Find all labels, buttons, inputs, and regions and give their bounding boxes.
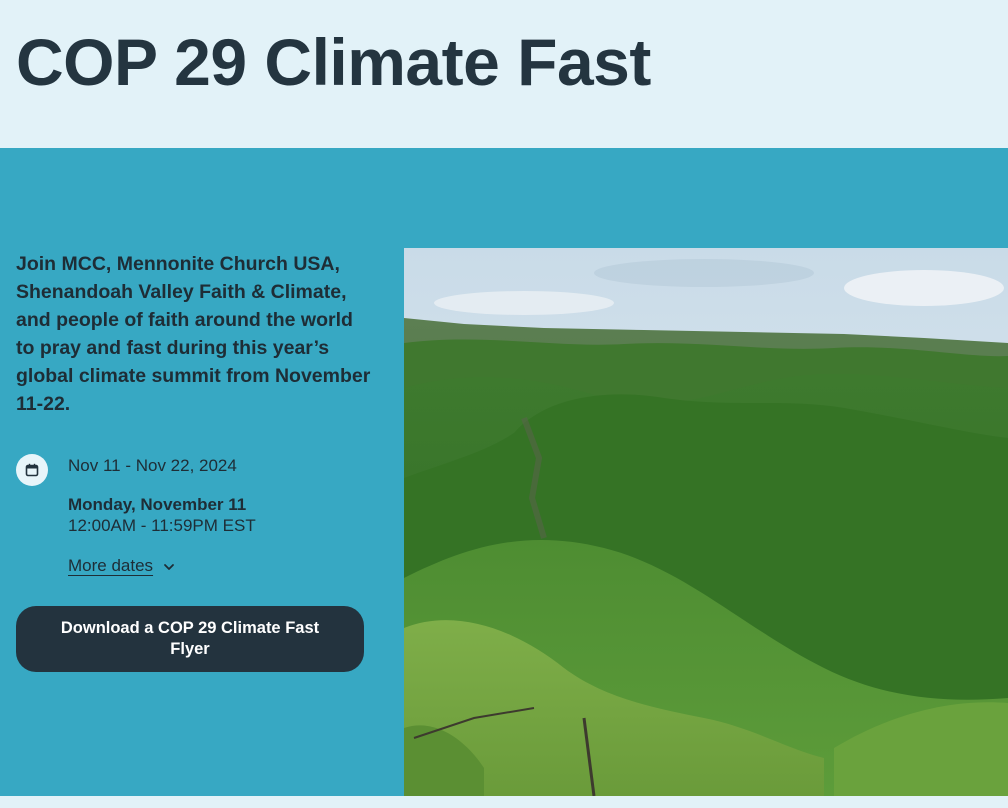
- event-description: Join MCC, Mennonite Church USA, Shenando…: [16, 253, 371, 415]
- download-flyer-button[interactable]: Download a COP 29 Climate Fast Flyer: [16, 606, 364, 672]
- event-time: 12:00AM - 11:59PM EST: [68, 516, 256, 535]
- landscape-photo: [404, 248, 1008, 796]
- event-date-range: Nov 11 - Nov 22, 2024: [68, 456, 237, 475]
- event-first-day: Monday, November 11: [68, 495, 247, 514]
- chevron-down-icon: [163, 556, 175, 576]
- more-dates-label: More dates: [68, 556, 154, 575]
- page-title: COP 29 Climate Fast: [16, 25, 651, 99]
- calendar-icon: [16, 454, 48, 486]
- bottom-strip: [0, 796, 1008, 808]
- page-header: COP 29 Climate Fast: [0, 0, 1008, 148]
- more-dates-toggle[interactable]: More dates: [68, 556, 175, 576]
